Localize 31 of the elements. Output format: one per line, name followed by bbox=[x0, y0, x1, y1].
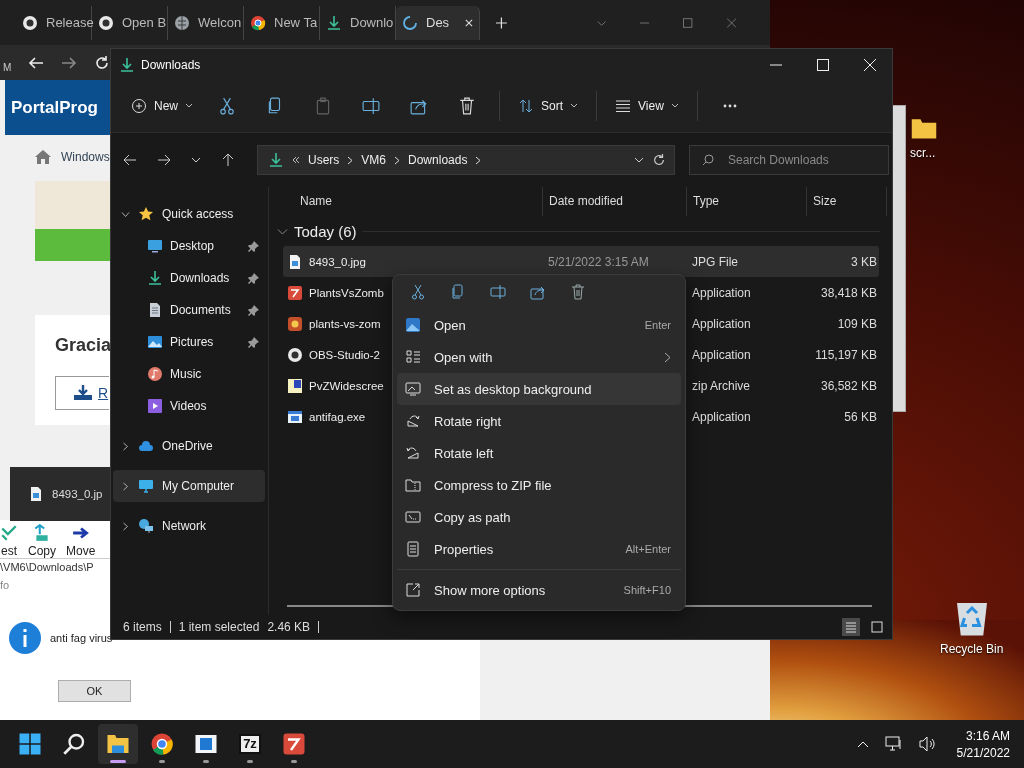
file-name: antifag.exe bbox=[309, 410, 366, 423]
shortcut-text: Shift+F10 bbox=[623, 584, 671, 596]
size-cell: 56 KB bbox=[844, 409, 877, 424]
item-count: 6 items bbox=[123, 620, 162, 634]
window-title: Downloads bbox=[141, 57, 201, 72]
file-name: OBS-Studio-2 bbox=[309, 348, 380, 361]
shortcut-text: Enter bbox=[644, 319, 671, 331]
bookmark-text: M bbox=[3, 62, 11, 73]
type-cell: JPG File bbox=[692, 254, 738, 269]
file-name: PvZWidescree bbox=[309, 379, 384, 392]
selection-info: 1 item selected bbox=[178, 620, 260, 634]
file-name: 8493_0.jpg bbox=[309, 255, 366, 268]
type-cell: Application bbox=[692, 347, 751, 362]
app-logo-text: 7z bbox=[239, 734, 261, 754]
file-name: 8493_0.jp bbox=[52, 488, 103, 500]
size-cell: 109 KB bbox=[837, 316, 877, 331]
type-cell: Application bbox=[692, 285, 751, 300]
size-cell: 3 KB bbox=[851, 254, 877, 269]
file-name: PlantsVsZomb bbox=[309, 286, 384, 299]
type-cell: Application bbox=[692, 316, 751, 331]
group-header: Today (6) bbox=[294, 222, 357, 240]
size-cell: 36,582 KB bbox=[820, 378, 877, 393]
date-cell: 5/21/2022 3:15 AM bbox=[548, 254, 649, 269]
size-cell: 38,418 KB bbox=[820, 285, 877, 300]
size-cell: 115,197 KB bbox=[815, 347, 877, 362]
selection-size: 2.46 KB bbox=[267, 620, 311, 634]
shortcut-text: Alt+Enter bbox=[625, 543, 671, 555]
page-heading: Gracia bbox=[55, 335, 112, 356]
type-cell: Application bbox=[692, 409, 751, 424]
type-cell: zip Archive bbox=[692, 378, 751, 393]
file-name: plants-vs-zom bbox=[309, 317, 381, 330]
